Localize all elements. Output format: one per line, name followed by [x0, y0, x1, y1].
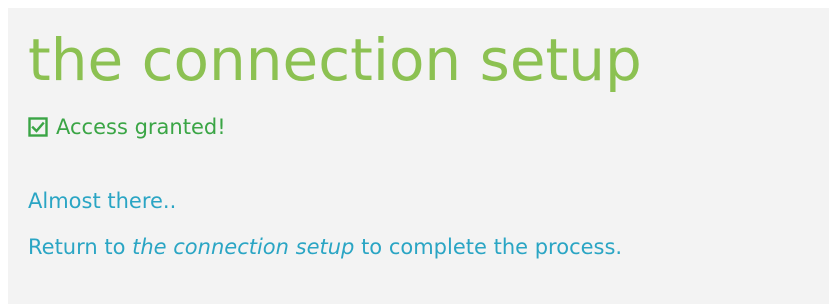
content-panel: the connection setup Access granted! Alm…: [8, 8, 829, 304]
return-instruction-suffix: to complete the process.: [354, 235, 623, 259]
page-title: the connection setup: [28, 26, 642, 94]
checkbox-checked-icon: [28, 117, 48, 137]
access-status: Access granted!: [28, 114, 226, 140]
almost-there-text: Almost there..: [28, 189, 177, 213]
return-instruction-prefix: Return to: [28, 235, 133, 259]
connection-setup-emphasis: the connection setup: [132, 235, 355, 259]
status-text: Access granted!: [56, 115, 226, 139]
return-instruction: Return to the connection setup to comple…: [28, 234, 622, 260]
